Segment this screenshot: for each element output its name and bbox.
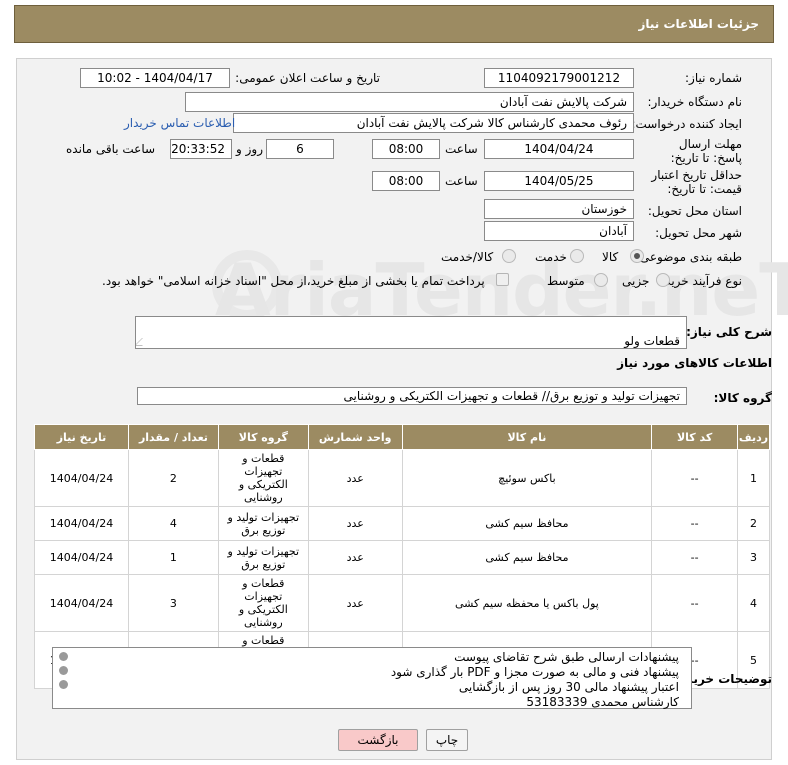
price-time-field: 08:00 [372,171,440,191]
cell-qty: 3 [128,574,219,632]
buyer-note-line: کارشناس محمدی 53183339 [526,695,679,709]
cell-name: محافظ سیم کشی [401,506,653,541]
cell-name: محافظ سیم کشی [401,540,653,575]
process-medium-label: متوسط [547,274,585,288]
treasury-payment-checkbox[interactable] [496,273,509,286]
cell-group: قطعات و تجهیزات الکتریکی و روشنایی [217,574,309,632]
price-time-label: ساعت [445,174,478,188]
col-date: تاریخ نیاز [34,424,129,450]
scroll-dot-icon[interactable] [59,652,68,661]
cell-unit: عدد [307,574,403,632]
cell-code: -- [651,449,739,507]
col-code: کد کالا [651,424,739,450]
buyer-note-line: اعتبار پیشنهاد مالی 30 روز پس از بازگشای… [458,680,679,694]
category-service-radio[interactable] [570,249,584,263]
need-number-label: شماره نیاز: [685,71,742,85]
buyer-org-label: نام دستگاه خریدار: [647,95,743,109]
cell-date: 1404/04/24 [34,574,129,632]
buyer-contact-link[interactable]: اطلاعات تماس خریدار [124,116,235,130]
scroll-dot-icon[interactable] [59,666,68,675]
cell-unit: عدد [307,540,403,575]
category-both-radio[interactable] [502,249,516,263]
province-field: خوزستان [484,199,634,219]
category-goods-radio[interactable] [630,249,644,263]
cell-qty: 4 [128,506,219,541]
cell-date: 1404/04/24 [34,449,129,507]
cell-code: -- [651,506,739,541]
payment-note: پرداخت تمام یا بخشی از مبلغ خرید،از محل … [102,274,485,288]
need-number-field: 1104092179001212 [484,68,634,88]
col-qty: تعداد / مقدار [128,424,219,450]
category-label: طبقه بندی موضوعی: [635,250,742,264]
goods-group-label: گروه کالا: [713,391,772,405]
description-textarea[interactable]: قطعات ولو [135,316,687,349]
description-label: شرح کلی نیاز: [686,325,772,339]
goods-group-field: تجهیزات تولید و توزیع برق// قطعات و تجهی… [137,387,687,405]
table-row: 2 -- محافظ سیم کشی عدد تجهیزات تولید و ت… [34,506,770,541]
reply-time-label: ساعت [445,142,478,156]
reply-date-field: 1404/04/24 [484,139,634,159]
cell-date: 1404/04/24 [34,506,129,541]
remaining-time-field: 20:33:52 [170,139,232,159]
cell-name: باکس سوئیچ [401,449,653,507]
description-text: قطعات ولو [624,334,680,348]
category-both-label: کالا/خدمت [441,250,494,264]
resize-grip-icon[interactable] [136,338,150,346]
buyer-note-line: پیشنهاد فنی و مالی به صورت مجزا و PDF با… [390,665,679,679]
cell-code: -- [651,574,739,632]
province-label: استان محل تحویل: [647,204,742,218]
buyer-org-field: شرکت پالایش نفت آبادان [185,92,634,112]
cell-row: 4 [737,574,770,632]
process-minor-radio[interactable] [656,273,670,287]
goods-section-title: اطلاعات کالاهای مورد نیاز [617,356,772,370]
category-service-label: خدمت [535,250,567,264]
page-title: جزئیات اطلاعات نیاز [638,17,759,31]
price-valid-label: حداقل تاریخ اعتبار قیمت: تا تاریخ: [651,168,742,196]
col-group: گروه کالا [217,424,309,450]
category-goods-label: کالا [602,250,619,264]
col-name: نام کالا [401,424,653,450]
days-field: 6 [266,139,334,159]
city-label: شهر محل تحویل: [655,226,742,240]
cell-group: قطعات و تجهیزات الکتریکی و روشنایی [217,449,309,507]
cell-group: تجهیزات تولید و توزیع برق [217,506,309,541]
process-medium-radio[interactable] [594,273,608,287]
back-button[interactable]: بازگشت [338,729,418,751]
announce-field: 1404/04/17 - 10:02 [80,68,230,88]
cell-row: 3 [737,540,770,575]
requester-label: ایجاد کننده درخواست: [631,117,742,131]
cell-unit: عدد [307,506,403,541]
table-header-row: ردیف کد کالا نام کالا واحد شمارش گروه کا… [34,424,770,450]
reply-deadline-label: مهلت ارسال پاسخ: تا تاریخ: [670,137,742,165]
city-field: آبادان [484,221,634,241]
cell-name: پول باکس یا محفظه سیم کشی [401,574,653,632]
price-date-field: 1404/05/25 [484,171,634,191]
remaining-label: ساعت باقی مانده [66,142,156,156]
cell-row: 2 [737,506,770,541]
announce-label: تاریخ و ساعت اعلان عمومی: [235,71,380,85]
table-row: 4 -- پول باکس یا محفظه سیم کشی عدد قطعات… [34,574,770,632]
table-row: 1 -- باکس سوئیچ عدد قطعات و تجهیزات الکت… [34,449,770,507]
print-button[interactable]: چاپ [426,729,468,751]
cell-group: تجهیزات تولید و توزیع برق [217,540,309,575]
cell-row: 1 [737,449,770,507]
cell-unit: عدد [307,449,403,507]
col-unit: واحد شمارش [307,424,403,450]
buyer-notes-box[interactable]: پیشنهادات ارسالی طبق شرح تقاضای پیوست پی… [52,647,692,709]
buyer-note-line: پیشنهادات ارسالی طبق شرح تقاضای پیوست [454,650,679,664]
requester-field: رئوف محمدی کارشناس کالا شرکت پالایش نفت … [233,113,634,133]
page-header: جزئیات اطلاعات نیاز [14,5,774,43]
cell-code: -- [651,540,739,575]
reply-time-field: 08:00 [372,139,440,159]
cell-qty: 1 [128,540,219,575]
process-minor-label: جزیی [622,274,650,288]
col-row: ردیف [737,424,770,450]
cell-qty: 2 [128,449,219,507]
days-label: روز و [236,142,263,156]
scroll-dot-icon[interactable] [59,680,68,689]
table-row: 3 -- محافظ سیم کشی عدد تجهیزات تولید و ت… [34,540,770,575]
cell-date: 1404/04/24 [34,540,129,575]
